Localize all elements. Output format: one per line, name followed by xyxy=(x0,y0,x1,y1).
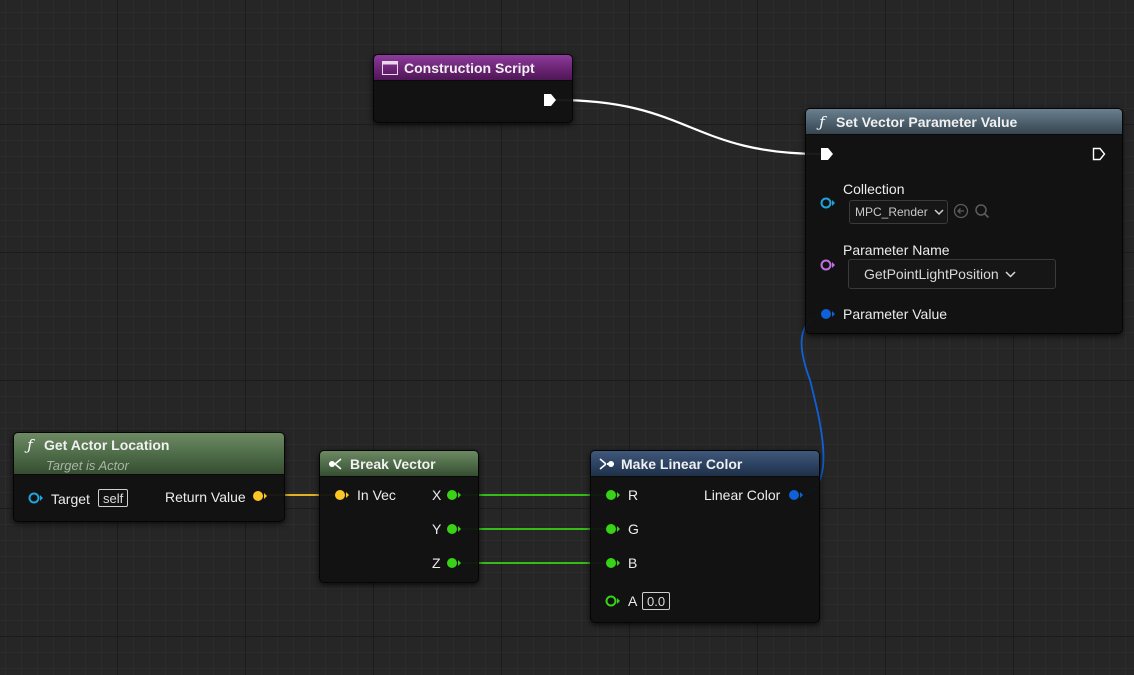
exec-pin-icon xyxy=(821,148,833,160)
z-output-pin[interactable] xyxy=(446,557,462,569)
node-title: Get Actor Location xyxy=(44,437,170,453)
break-vector-node[interactable]: Break Vector In Vec X Y Z xyxy=(319,450,479,583)
exec-wire xyxy=(555,98,823,156)
a-label: A xyxy=(628,593,638,609)
collection-dropdown[interactable]: MPC_Render xyxy=(849,200,948,224)
y-label: Y xyxy=(432,521,442,537)
return-value-label: Return Value xyxy=(165,489,246,505)
node-title: Break Vector xyxy=(350,455,436,472)
parameter-name-label: Parameter Name xyxy=(843,242,950,258)
parameter-name-dropdown[interactable]: GetPointLightPosition xyxy=(848,259,1056,289)
event-graph-icon xyxy=(382,60,398,76)
parameter-name-value: GetPointLightPosition xyxy=(864,266,999,282)
function-icon: ƒ xyxy=(27,436,33,454)
exec-input-pin[interactable] xyxy=(820,147,834,161)
collection-label: Collection xyxy=(843,181,905,197)
make-linear-color-header[interactable]: Make Linear Color xyxy=(591,451,819,477)
linear-color-label: Linear Color xyxy=(704,487,781,503)
r-input-pin[interactable] xyxy=(605,489,621,501)
target-label: Target xyxy=(51,491,90,507)
return-value-output-pin[interactable] xyxy=(252,490,268,502)
r-label: R xyxy=(628,487,639,503)
break-vector-header[interactable]: Break Vector xyxy=(320,451,478,477)
get-actor-location-node[interactable]: ƒ Get Actor Location Target is Actor Tar… xyxy=(13,432,285,522)
g-label: G xyxy=(628,521,639,537)
target-input-pin[interactable] xyxy=(28,492,44,504)
node-title: Construction Script xyxy=(404,59,535,76)
linear-color-output-pin[interactable] xyxy=(788,489,804,501)
y-output-pin[interactable] xyxy=(446,523,462,535)
parameter-name-input-pin[interactable] xyxy=(820,259,836,271)
make-struct-icon xyxy=(599,456,615,472)
exec-output-pin[interactable] xyxy=(1092,147,1106,161)
g-input-pin[interactable] xyxy=(605,523,621,535)
node-title: Set Vector Parameter Value xyxy=(836,113,1018,130)
exec-pin-icon xyxy=(1092,147,1106,161)
a-value-box[interactable]: 0.0 xyxy=(642,592,671,610)
make-linear-color-node[interactable]: Make Linear Color R G B A 0.0 Linear Col… xyxy=(590,450,820,623)
search-icon[interactable] xyxy=(974,203,990,224)
a-input-pin[interactable] xyxy=(605,595,621,607)
z-label: Z xyxy=(432,555,441,571)
x-output-pin[interactable] xyxy=(446,489,462,501)
node-title: Make Linear Color xyxy=(621,455,743,472)
collection-input-pin[interactable] xyxy=(820,197,836,209)
function-icon: ƒ xyxy=(819,112,825,131)
break-struct-icon xyxy=(328,456,344,472)
chevron-down-icon xyxy=(934,208,944,216)
collection-value: MPC_Render xyxy=(855,205,928,219)
get-actor-location-header[interactable]: ƒ Get Actor Location Target is Actor xyxy=(14,433,284,475)
b-input-pin[interactable] xyxy=(605,557,621,569)
parameter-value-label: Parameter Value xyxy=(843,306,948,322)
exec-output-pin[interactable] xyxy=(543,93,557,107)
node-subtitle: Target is Actor xyxy=(46,458,129,473)
b-label: B xyxy=(628,555,638,571)
browse-arrow-icon[interactable] xyxy=(953,203,969,224)
set-vector-parameter-value-node[interactable]: ƒ Set Vector Parameter Value Collection … xyxy=(805,108,1123,334)
construction-script-header[interactable]: Construction Script xyxy=(374,55,572,81)
construction-script-node[interactable]: Construction Script xyxy=(373,54,573,123)
in-vec-input-pin[interactable] xyxy=(334,489,350,501)
target-value-box[interactable]: self xyxy=(98,489,129,507)
x-label: X xyxy=(432,487,442,503)
set-vector-parameter-header[interactable]: ƒ Set Vector Parameter Value xyxy=(806,109,1122,135)
parameter-value-input-pin[interactable] xyxy=(820,308,836,320)
in-vec-label: In Vec xyxy=(357,487,396,503)
exec-pin-icon xyxy=(544,94,556,106)
chevron-down-icon xyxy=(1005,270,1016,278)
